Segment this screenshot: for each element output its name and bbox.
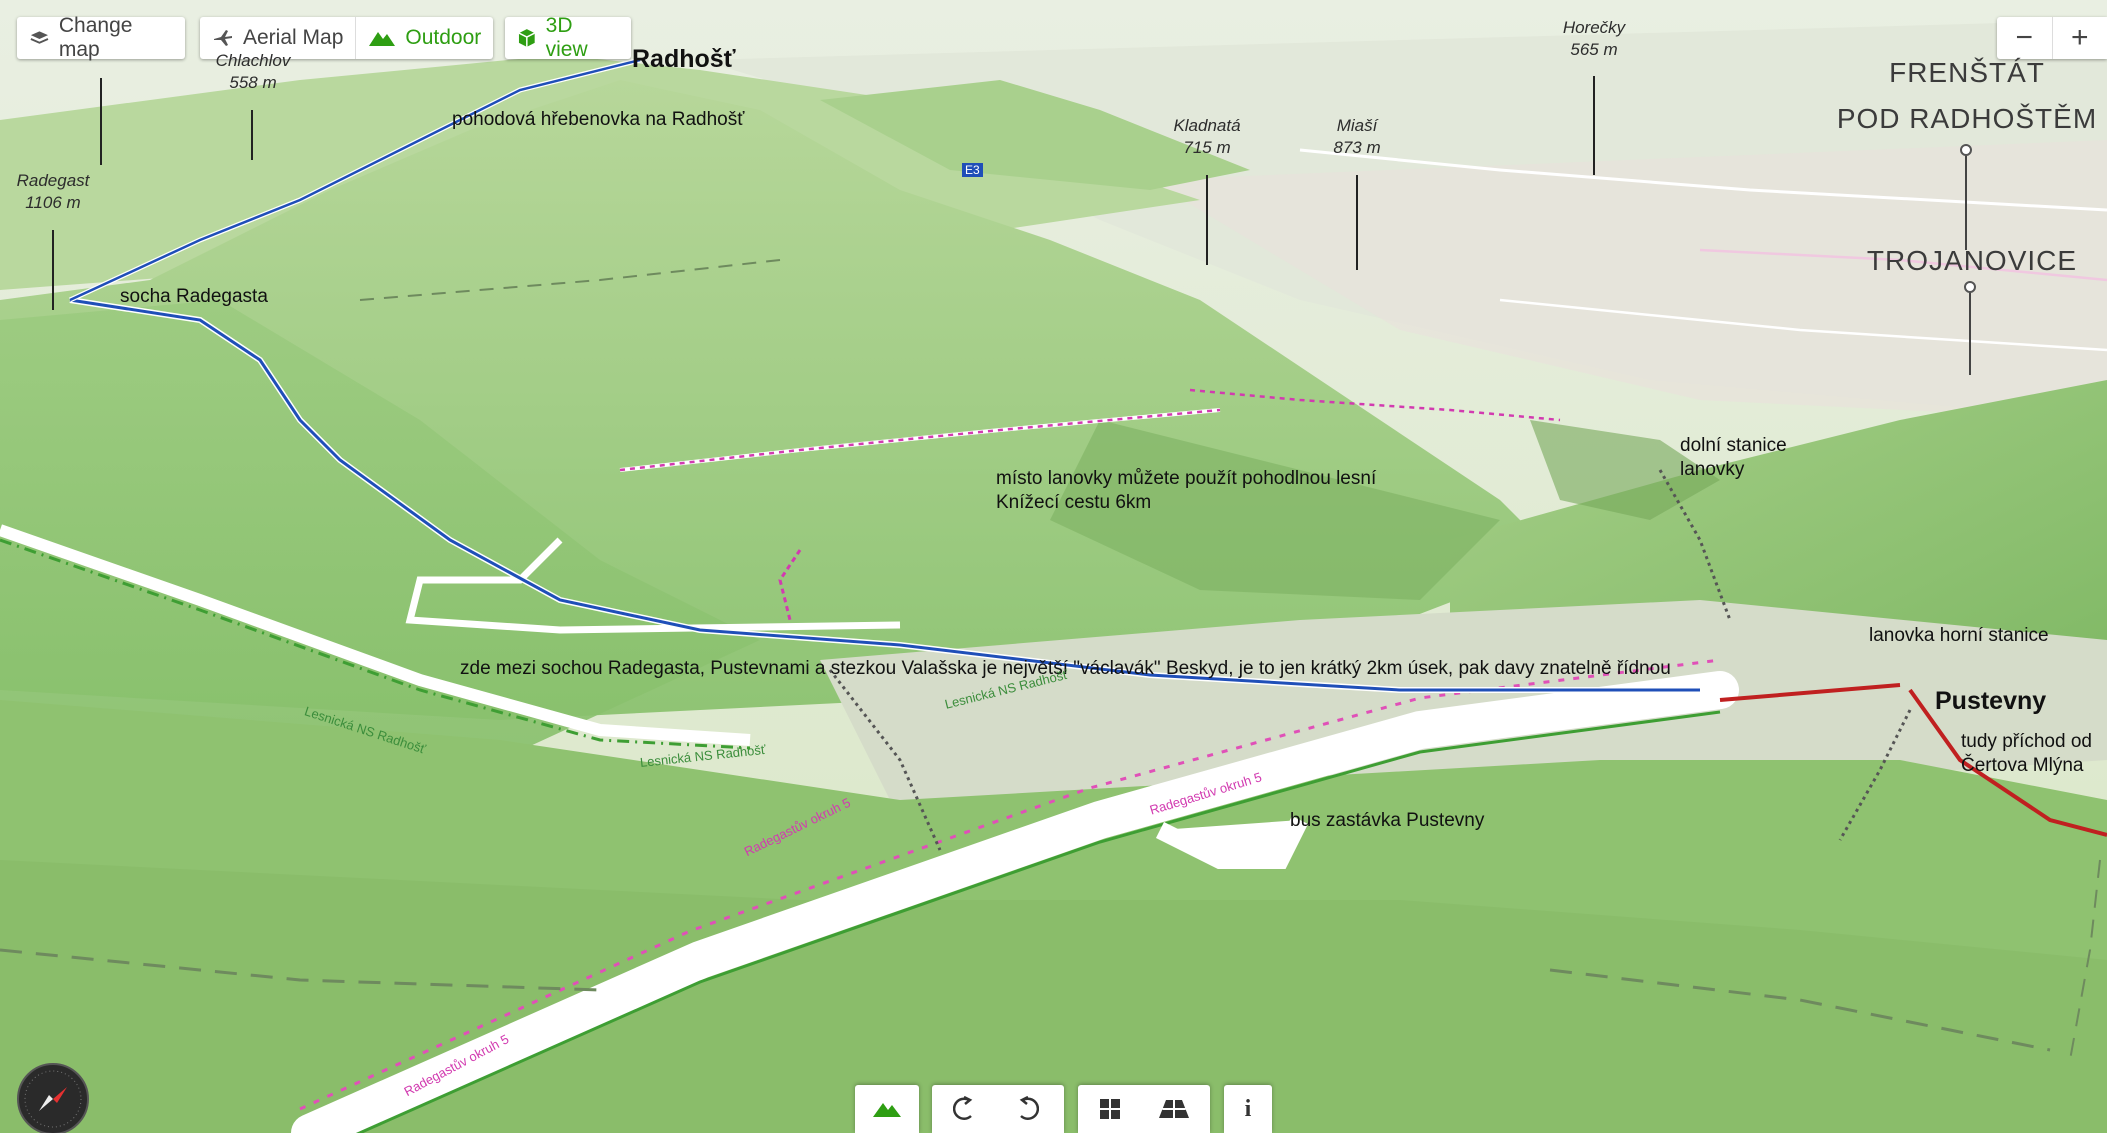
terrain-view-button[interactable] xyxy=(855,1085,919,1133)
place-label-radhost[interactable]: Radhošť xyxy=(632,45,736,74)
annotation-statue-radegast: socha Radegasta xyxy=(120,286,268,307)
trail-badge-e3: E3 xyxy=(962,163,983,177)
town-name: TROJANOVICE xyxy=(1866,245,2078,276)
annotation-line: lanovky xyxy=(1680,459,1745,480)
zoom-control: − + xyxy=(1997,17,2107,59)
annotation-forest-path: místo lanovky můžete použít pohodlnou le… xyxy=(996,467,1376,515)
top-view-button[interactable] xyxy=(1078,1085,1142,1133)
zoom-out-button[interactable]: − xyxy=(1997,17,2052,59)
town-name-line1: FRENŠTÁT xyxy=(1889,57,2045,88)
change-map-button[interactable]: Change map xyxy=(17,14,185,61)
peak-elevation: 565 m xyxy=(1570,40,1618,59)
3d-view-button[interactable]: 3D view xyxy=(505,14,631,61)
outdoor-label: Outdoor xyxy=(405,26,482,49)
peak-name: Radegast xyxy=(16,171,90,190)
peak-elevation: 715 m xyxy=(1183,138,1231,157)
annotation-lower-station: dolní stanice lanovky xyxy=(1680,434,1787,482)
rotate-bar xyxy=(932,1085,1064,1133)
town-name-line2: POD RADHOŠTĚM xyxy=(1836,103,2098,134)
peak-label-kladnata[interactable]: Kladnatá 715 m xyxy=(1157,115,1257,159)
town-label-frenstat[interactable]: FRENŠTÁT POD RADHOŠTĚM xyxy=(1832,56,2102,136)
peak-name: Chlachlov xyxy=(215,51,291,70)
cube-icon xyxy=(518,29,536,47)
perspective-bar xyxy=(1078,1085,1210,1133)
peak-name: Horečky xyxy=(1562,18,1626,37)
info-button[interactable]: i xyxy=(1224,1085,1272,1133)
peak-name: Miaší xyxy=(1336,116,1378,135)
rotate-left-icon xyxy=(953,1096,973,1120)
map-3d-view[interactable]: Change map Aerial Map Outdoor 3D view − … xyxy=(0,0,2107,1133)
peak-name: Kladnatá xyxy=(1173,116,1241,135)
terrain-background[interactable] xyxy=(0,0,2107,1133)
annotation-approach: tudy příchod od Čertova Mlýna xyxy=(1961,730,2092,778)
zoom-in-button[interactable]: + xyxy=(2051,17,2107,59)
town-label-trojanovice[interactable]: TROJANOVICE xyxy=(1862,244,2082,278)
airplane-icon xyxy=(214,30,232,46)
info-bar: i xyxy=(1224,1085,1272,1133)
annotation-line: Knížecí cestu 6km xyxy=(996,492,1152,513)
place-label-pustevny[interactable]: Pustevny xyxy=(1935,687,2046,716)
annotation-line: dolní stanice xyxy=(1680,435,1787,456)
mountain-icon xyxy=(369,32,396,46)
annotation-bus-stop: bus zastávka Pustevny xyxy=(1290,810,1485,831)
annotation-line: místo lanovky můžete použít pohodlnou le… xyxy=(996,468,1377,489)
aerial-map-label: Aerial Map xyxy=(243,26,344,49)
compass-icon xyxy=(24,1070,82,1128)
rotate-right-button[interactable] xyxy=(996,1085,1060,1133)
view-mode-bar xyxy=(855,1085,919,1133)
peak-elevation: 558 m xyxy=(229,73,277,92)
peak-label-horecky[interactable]: Horečky 565 m xyxy=(1544,17,1644,61)
annotation-upper-station: lanovka horní stanice xyxy=(1869,625,2049,646)
grid-icon xyxy=(1100,1099,1120,1119)
rotate-right-icon xyxy=(1019,1096,1039,1120)
change-map-label: Change map xyxy=(58,14,133,61)
peak-label-radegast[interactable]: Radegast 1106 m xyxy=(3,170,103,214)
peak-elevation: 873 m xyxy=(1333,138,1381,157)
annotation-ridge-walk: pohodová hřebenovka na Radhošť xyxy=(452,109,745,130)
rotate-left-button[interactable] xyxy=(932,1085,996,1133)
compass-button[interactable] xyxy=(17,1063,89,1133)
3d-view-label: 3D view xyxy=(545,14,588,61)
annotation-line: Čertova Mlýna xyxy=(1961,755,2084,776)
peak-label-miasi[interactable]: Miaší 873 m xyxy=(1307,115,1407,159)
mountain-icon xyxy=(873,1103,901,1117)
peak-elevation: 1106 m xyxy=(25,193,81,212)
annotation-line: tudy příchod od xyxy=(1961,731,2092,752)
layers-icon xyxy=(30,31,49,44)
outdoor-button[interactable]: Outdoor xyxy=(355,17,493,59)
perspective-grid-icon xyxy=(1159,1100,1189,1118)
tilt-view-button[interactable] xyxy=(1142,1085,1206,1133)
peak-label-chlachlov[interactable]: Chlachlov 558 m xyxy=(203,50,303,94)
